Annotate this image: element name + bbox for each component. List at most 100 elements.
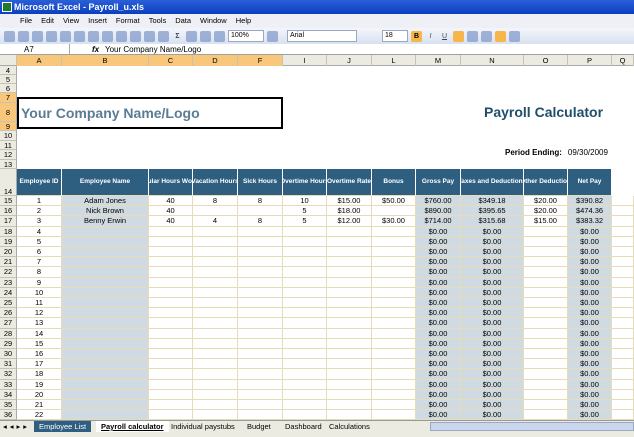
cell-overtime-rate[interactable] (327, 247, 372, 258)
cell-q[interactable] (612, 267, 634, 278)
cell-bonus[interactable] (372, 298, 416, 309)
cell-net-pay[interactable]: $0.00 (568, 318, 612, 329)
cell-overtime-hours[interactable] (283, 298, 327, 309)
cell-net-pay[interactable]: $390.82 (568, 196, 612, 207)
cell-net-pay[interactable]: $0.00 (568, 369, 612, 380)
row-header-15[interactable]: 15 (0, 196, 17, 207)
cell-gross-pay[interactable]: $0.00 (416, 328, 461, 339)
cell-vacation-hours[interactable] (193, 400, 238, 411)
row-header-8[interactable]: 8 (0, 103, 17, 122)
cell-bonus[interactable] (372, 287, 416, 298)
cell-employee-id[interactable]: 5 (17, 236, 62, 247)
cell-q[interactable] (612, 206, 634, 217)
cell-taxes-and-deductions[interactable]: $0.00 (461, 328, 524, 339)
cell-regular-hours-worked[interactable] (149, 257, 193, 268)
sort-desc-icon[interactable] (200, 30, 211, 42)
menu-file[interactable]: File (20, 14, 32, 28)
cell-vacation-hours[interactable] (193, 287, 238, 298)
cell-q[interactable] (612, 410, 634, 420)
cell-gross-pay[interactable]: $0.00 (416, 267, 461, 278)
row-header-17[interactable]: 17 (0, 216, 17, 227)
cell-gross-pay[interactable]: $0.00 (416, 410, 461, 420)
cell-other-deduction[interactable] (524, 247, 568, 258)
cell-employee-name[interactable] (62, 236, 149, 247)
menu-format[interactable]: Format (116, 14, 140, 28)
cell-bonus[interactable] (372, 389, 416, 400)
align-left-icon[interactable] (453, 30, 464, 42)
font-size-select[interactable]: 18 (382, 30, 408, 42)
cell-employee-name[interactable] (62, 410, 149, 420)
cell-taxes-and-deductions[interactable]: $0.00 (461, 226, 524, 237)
horizontal-scrollbar[interactable] (430, 422, 634, 431)
cell-bonus[interactable] (372, 349, 416, 360)
cell-regular-hours-worked[interactable] (149, 308, 193, 319)
row-header-21[interactable]: 21 (0, 257, 17, 268)
cell-other-deduction[interactable] (524, 308, 568, 319)
cell-net-pay[interactable]: $0.00 (568, 400, 612, 411)
cell-regular-hours-worked[interactable] (149, 318, 193, 329)
sheet-tab-individual-paystubs[interactable]: Individual paystubs (166, 421, 240, 432)
cell-employee-name[interactable] (62, 247, 149, 258)
cell-gross-pay[interactable]: $0.00 (416, 379, 461, 390)
paste-icon[interactable] (116, 30, 127, 42)
cell-regular-hours-worked[interactable] (149, 298, 193, 309)
row-header-18[interactable]: 18 (0, 226, 17, 237)
cell-taxes-and-deductions[interactable]: $349.18 (461, 196, 524, 207)
copy-icon[interactable] (102, 30, 113, 42)
cell-overtime-hours[interactable] (283, 318, 327, 329)
cell-other-deduction[interactable] (524, 226, 568, 237)
cell-taxes-and-deductions[interactable]: $0.00 (461, 267, 524, 278)
cell-taxes-and-deductions[interactable]: $0.00 (461, 379, 524, 390)
cell-employee-name[interactable] (62, 400, 149, 411)
cell-sick-hours[interactable] (238, 236, 283, 247)
print-preview-icon[interactable] (60, 30, 71, 42)
cell-employee-id[interactable]: 16 (17, 349, 62, 360)
cell-regular-hours-worked[interactable] (149, 379, 193, 390)
cell-employee-name[interactable] (62, 277, 149, 288)
cell-overtime-hours[interactable] (283, 359, 327, 370)
cell-employee-id[interactable]: 3 (17, 216, 62, 227)
cell-taxes-and-deductions[interactable]: $0.00 (461, 236, 524, 247)
cell-bonus[interactable] (372, 338, 416, 349)
cell-employee-id[interactable]: 21 (17, 400, 62, 411)
cell-sick-hours[interactable] (238, 277, 283, 288)
cell-q[interactable] (612, 196, 634, 207)
sheet-tab-calculations[interactable]: Calculations (324, 421, 375, 432)
formula-input[interactable]: Your Company Name/Logo (105, 44, 201, 55)
cell-overtime-hours[interactable] (283, 308, 327, 319)
row-header-31[interactable]: 31 (0, 359, 17, 370)
cell-taxes-and-deductions[interactable]: $0.00 (461, 359, 524, 370)
column-header-Q[interactable]: Q (612, 55, 634, 66)
cell-q[interactable] (612, 226, 634, 237)
cell-employee-name[interactable] (62, 287, 149, 298)
cell-other-deduction[interactable] (524, 379, 568, 390)
cell-employee-id[interactable]: 11 (17, 298, 62, 309)
cell-bonus[interactable] (372, 277, 416, 288)
sheet-tab-payroll-calculator[interactable]: Payroll calculator (96, 421, 169, 432)
cell-employee-name[interactable] (62, 389, 149, 400)
cell-net-pay[interactable]: $383.32 (568, 216, 612, 227)
cell-employee-name[interactable] (62, 257, 149, 268)
zoom-select[interactable]: 100% (228, 30, 264, 42)
cell-gross-pay[interactable]: $0.00 (416, 308, 461, 319)
cell-other-deduction[interactable] (524, 298, 568, 309)
cell-net-pay[interactable]: $0.00 (568, 226, 612, 237)
column-header-O[interactable]: O (524, 55, 568, 66)
cell-gross-pay[interactable]: $0.00 (416, 287, 461, 298)
cell-overtime-rate[interactable]: $15.00 (327, 196, 372, 207)
cell-overtime-rate[interactable] (327, 318, 372, 329)
column-header-M[interactable]: M (416, 55, 461, 66)
open-icon[interactable] (18, 30, 29, 42)
menu-window[interactable]: Window (200, 14, 227, 28)
cell-net-pay[interactable]: $0.00 (568, 277, 612, 288)
cell-overtime-hours[interactable] (283, 247, 327, 258)
cell-employee-name[interactable]: Adam Jones (62, 196, 149, 207)
cell-bonus[interactable] (372, 206, 416, 217)
cell-overtime-hours[interactable]: 10 (283, 196, 327, 207)
cell-other-deduction[interactable]: $20.00 (524, 206, 568, 217)
currency-icon[interactable] (509, 30, 520, 42)
new-icon[interactable] (4, 30, 15, 42)
cell-employee-name[interactable] (62, 369, 149, 380)
row-header-13[interactable]: 13 (0, 159, 17, 169)
cell-bonus[interactable] (372, 369, 416, 380)
